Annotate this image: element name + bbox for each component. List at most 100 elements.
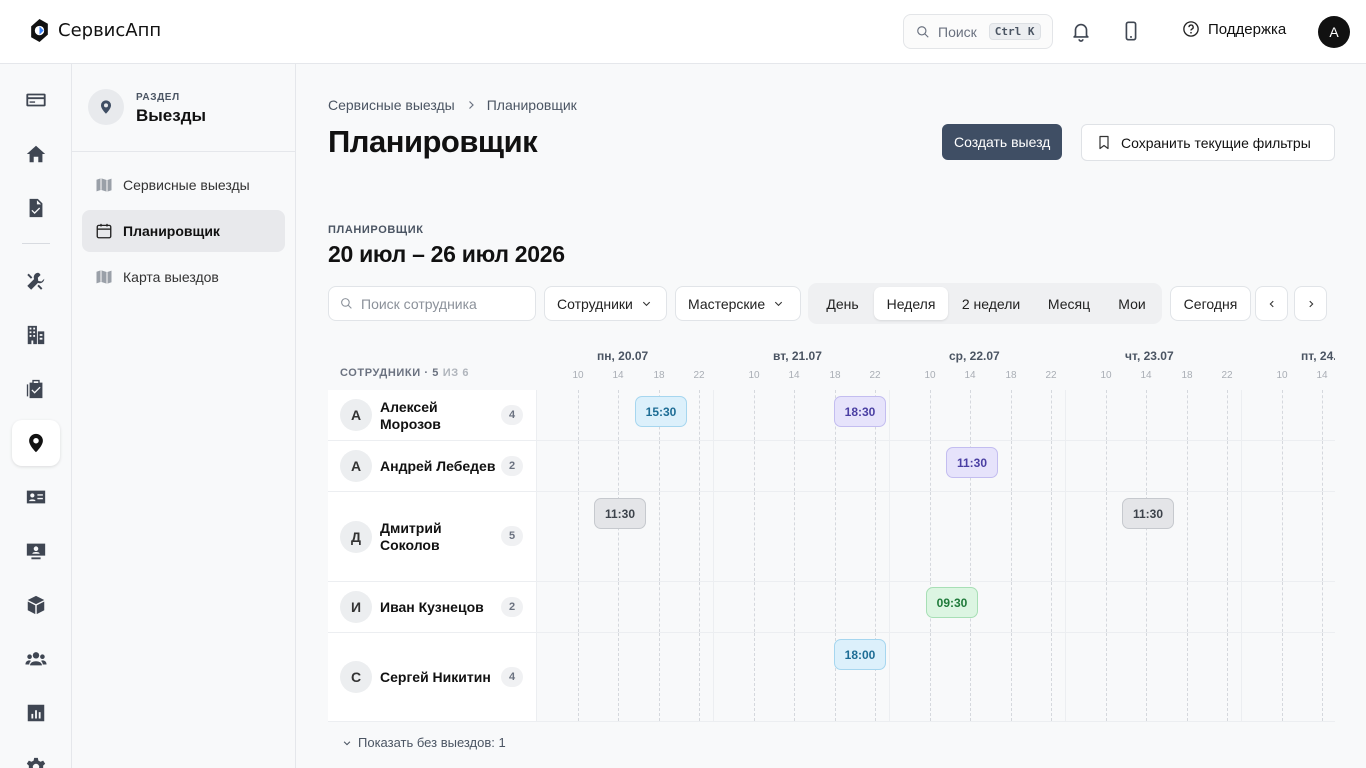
hour-gridline xyxy=(754,582,755,632)
day-divider xyxy=(1065,390,1066,440)
user-avatar[interactable]: A xyxy=(1318,16,1350,48)
employee-search-input[interactable] xyxy=(361,295,521,312)
show-without-trips-toggle[interactable]: Показать без выездов: 1 xyxy=(342,735,506,750)
rail-home[interactable] xyxy=(12,131,60,177)
employee-timeline[interactable]: 18:00 xyxy=(537,633,1335,721)
rail-card[interactable] xyxy=(12,77,60,123)
search-icon xyxy=(341,298,352,309)
bookmark-icon xyxy=(1099,135,1109,150)
bell-icon[interactable] xyxy=(1070,20,1092,42)
employee-search[interactable] xyxy=(328,286,536,321)
view-two-weeks[interactable]: 2 недели xyxy=(952,287,1030,320)
hour-gridline xyxy=(618,441,619,491)
nav-item-planner[interactable]: Планировщик xyxy=(82,210,285,252)
day-header: пн, 20.07 xyxy=(597,349,649,363)
employee-name: Андрей Лебедев xyxy=(380,458,496,474)
trip-event[interactable]: 18:30 xyxy=(834,396,886,427)
chevron-right-icon xyxy=(468,101,474,109)
page-title: Планировщик xyxy=(328,124,538,159)
create-trip-button[interactable]: Создать выезд xyxy=(942,124,1063,160)
hour-tick: 10 xyxy=(1100,370,1112,381)
day-divider xyxy=(713,633,714,721)
workshops-filter-dropdown[interactable]: Мастерские xyxy=(675,286,801,321)
hour-gridline xyxy=(1227,492,1228,581)
view-week[interactable]: Неделя xyxy=(874,287,948,320)
save-filters-label: Сохранить текущие фильтры xyxy=(1121,134,1311,151)
employee-timeline[interactable]: 11:30 11:30 xyxy=(537,492,1335,581)
employees-filter-label: Сотрудники xyxy=(557,295,633,312)
day-header: чт, 23.07 xyxy=(1125,349,1174,363)
nav-item-service-trips[interactable]: Сервисные выезды xyxy=(82,164,285,206)
rail-monitor[interactable] xyxy=(12,528,60,574)
hour-gridline xyxy=(1282,633,1283,721)
rail-products[interactable] xyxy=(12,582,60,628)
trip-event[interactable]: 09:30 xyxy=(926,587,978,618)
nav-item-label: Планировщик xyxy=(123,223,220,239)
breadcrumb-current: Планировщик xyxy=(486,97,577,113)
view-mine[interactable]: Мои xyxy=(1108,287,1156,320)
employee-cell[interactable]: С Сергей Никитин 4 xyxy=(328,633,537,721)
day-divider xyxy=(713,441,714,491)
trip-event[interactable]: 11:30 xyxy=(1122,498,1174,529)
rail-tools[interactable] xyxy=(12,258,60,304)
employee-timeline[interactable]: 09:30 xyxy=(537,582,1335,632)
hour-gridline xyxy=(970,492,971,581)
trip-event[interactable]: 15:30 xyxy=(635,396,687,427)
day-divider xyxy=(889,441,890,491)
location-icon xyxy=(101,100,111,114)
hour-tick: 14 xyxy=(1140,370,1152,381)
rail-documents[interactable] xyxy=(12,185,60,231)
rail-buildings[interactable] xyxy=(12,312,60,358)
hour-gridline xyxy=(578,390,579,440)
employee-timeline[interactable]: 11:30 xyxy=(537,441,1335,491)
hour-gridline xyxy=(794,441,795,491)
today-button[interactable]: Сегодня xyxy=(1170,286,1251,321)
help-icon xyxy=(1183,21,1199,37)
employee-timeline[interactable]: 15:30 18:30 xyxy=(537,390,1335,440)
hour-gridline xyxy=(1051,390,1052,440)
hour-gridline xyxy=(794,633,795,721)
view-month[interactable]: Месяц xyxy=(1036,287,1102,320)
app-logo[interactable]: СервисАпп xyxy=(27,18,161,43)
hour-gridline xyxy=(970,390,971,440)
hour-gridline xyxy=(1187,492,1188,581)
prev-week-button[interactable] xyxy=(1255,286,1288,321)
employee-cell[interactable]: Д Дмитрий Соколов 5 xyxy=(328,492,537,581)
hour-gridline xyxy=(1187,633,1188,721)
rail-reports[interactable] xyxy=(12,690,60,736)
employee-avatar: С xyxy=(340,661,372,693)
logo-icon xyxy=(31,19,48,42)
view-day[interactable]: День xyxy=(815,287,870,320)
employee-cell[interactable]: А Андрей Лебедев 2 xyxy=(328,441,537,491)
icon-rail xyxy=(0,64,72,768)
hour-gridline xyxy=(618,633,619,721)
trip-count-badge: 5 xyxy=(501,526,523,546)
hour-tick: 18 xyxy=(1181,370,1193,381)
location-icon xyxy=(29,433,43,453)
search-shortcut: Ctrl K xyxy=(988,23,1041,40)
save-filters-button[interactable]: Сохранить текущие фильтры xyxy=(1081,124,1335,161)
breadcrumb-parent[interactable]: Сервисные выезды xyxy=(328,97,455,113)
rail-contacts[interactable] xyxy=(12,474,60,520)
hour-tick: 18 xyxy=(653,370,665,381)
trip-event[interactable]: 18:00 xyxy=(834,639,886,670)
users-icon xyxy=(25,652,47,666)
mobile-icon[interactable] xyxy=(1120,20,1142,42)
rail-settings[interactable] xyxy=(12,744,60,768)
rail-team[interactable] xyxy=(12,636,60,682)
rail-trips[interactable] xyxy=(12,420,60,466)
view-switcher: День Неделя 2 недели Месяц Мои xyxy=(808,283,1162,324)
employee-cell[interactable]: А Алексей Морозов 4 xyxy=(328,390,537,440)
trip-event[interactable]: 11:30 xyxy=(946,447,998,478)
hour-gridline xyxy=(1011,582,1012,632)
support-link[interactable]: Поддержка xyxy=(1182,20,1286,38)
rail-clipboard[interactable] xyxy=(12,366,60,412)
trip-event[interactable]: 11:30 xyxy=(594,498,646,529)
global-search[interactable]: Поиск Ctrl K xyxy=(903,14,1053,49)
app-name: СервисАпп xyxy=(58,20,162,41)
next-week-button[interactable] xyxy=(1294,286,1327,321)
employees-filter-dropdown[interactable]: Сотрудники xyxy=(544,286,667,321)
employee-cell[interactable]: И Иван Кузнецов 2 xyxy=(328,582,537,632)
hour-tick: 22 xyxy=(1221,370,1233,381)
nav-item-trip-map[interactable]: Карта выездов xyxy=(82,256,285,298)
